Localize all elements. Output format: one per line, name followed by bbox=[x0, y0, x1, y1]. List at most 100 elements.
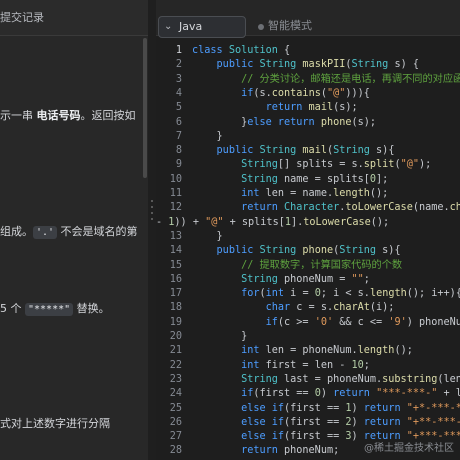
code-area[interactable]: 1 class Solution {2 public String maskPII… bbox=[156, 40, 460, 460]
code-editor-panel: ⌄ Java 智能模式 1 class Solution {2 public St… bbox=[156, 0, 460, 460]
code-line[interactable]: 5 return mail(s); bbox=[156, 101, 460, 115]
code-line[interactable]: 20 } bbox=[156, 330, 460, 344]
panel-splitter[interactable] bbox=[148, 0, 156, 460]
code-token: } bbox=[192, 130, 223, 142]
code-token: return bbox=[241, 202, 285, 214]
code-line[interactable]: 9 String[] splits = s.split("@"); bbox=[156, 158, 460, 172]
code-token: (); bbox=[394, 345, 413, 357]
code-line[interactable]: 7 } bbox=[156, 130, 460, 144]
code-line[interactable]: - 1)) + "@" + splits[1].toLowerCase(); bbox=[156, 216, 460, 230]
code-text: }else return phone(s); bbox=[192, 116, 376, 130]
code-token: "+*-***-***-" bbox=[406, 402, 460, 414]
code-token: toLowerCase bbox=[303, 216, 371, 228]
code-token: return bbox=[363, 402, 407, 414]
code-token: } bbox=[192, 116, 248, 128]
language-select[interactable]: ⌄ Java bbox=[158, 16, 246, 38]
code-token: (name. bbox=[412, 202, 450, 214]
code-token: mail bbox=[302, 145, 327, 157]
code-text: String phoneNum = ""; bbox=[192, 273, 370, 287]
code-token: Solution bbox=[228, 45, 278, 56]
code-token: ) bbox=[351, 431, 364, 443]
code-line[interactable]: 3 // 分类讨论，邮箱还是电话，再调不同的对应函数 bbox=[156, 73, 460, 87]
code-token: ; bbox=[363, 359, 370, 371]
code-text: for(int i = 0; i < s.length(); i++){ bbox=[192, 287, 460, 301]
code-token: (); bbox=[370, 216, 390, 228]
code-line[interactable]: 10 String name = splits[0]; bbox=[156, 173, 460, 187]
code-line[interactable]: 2 public String maskPII(String s) { bbox=[156, 58, 460, 72]
code-token: { bbox=[277, 45, 291, 56]
description-text: 替换。 bbox=[73, 302, 110, 315]
code-token: toLowerCase bbox=[345, 202, 413, 214]
code-token: int bbox=[241, 359, 266, 371]
code-token: // 提取数字，计算国家代码的个数 bbox=[241, 259, 403, 271]
line-number: 7 bbox=[175, 130, 182, 142]
line-number: 2 bbox=[175, 59, 182, 71]
splitter-grip-dot bbox=[151, 206, 153, 208]
code-token: )) + bbox=[174, 216, 206, 228]
code-token: String bbox=[351, 59, 395, 71]
code-token: for bbox=[241, 288, 260, 300]
code-token: s) { bbox=[394, 59, 419, 71]
code-line[interactable]: 19 if(c >= '0' && c <= '9') phoneNum += bbox=[156, 316, 460, 330]
code-text: public String maskPII(String s) { bbox=[192, 58, 419, 72]
smart-mode-toggle[interactable]: 智能模式 bbox=[268, 19, 312, 33]
line-number: 22 bbox=[169, 359, 182, 371]
code-line[interactable]: 23 String last = phoneNum.substring(len … bbox=[156, 373, 460, 387]
description-text: 。返回按如 bbox=[80, 109, 136, 122]
code-line[interactable]: 4 if(s.contains("@"))){ bbox=[156, 87, 460, 101]
code-line[interactable]: 17 for(int i = 0; i < s.length(); i++){ bbox=[156, 287, 460, 301]
code-token: public bbox=[216, 59, 260, 71]
code-line[interactable]: 25 else if(first == 1) return "+*-***-**… bbox=[156, 402, 460, 416]
code-token: if bbox=[265, 316, 278, 328]
code-token: phoneNum; bbox=[284, 445, 340, 457]
code-token: length bbox=[369, 288, 407, 300]
code-token: return bbox=[241, 445, 285, 457]
description-bold: 电话号码 bbox=[36, 109, 81, 122]
code-text: public String phone(String s){ bbox=[192, 244, 401, 258]
description-text: 示一串 bbox=[0, 109, 37, 122]
code-token: (first == bbox=[284, 416, 346, 428]
code-line[interactable]: 13 } bbox=[156, 230, 460, 244]
code-line[interactable]: 6 }else return phone(s); bbox=[156, 116, 460, 130]
code-line[interactable]: 24 if(first == 0) return "***-***-" + la… bbox=[156, 387, 460, 401]
code-line[interactable]: 26 else if(first == 2) return "+**-***-*… bbox=[156, 416, 460, 430]
tab-submissions[interactable]: 提交记录 bbox=[0, 0, 44, 36]
code-line[interactable]: 16 String phoneNum = ""; bbox=[156, 273, 460, 287]
code-token: return bbox=[333, 388, 377, 400]
code-line[interactable]: 18 char c = s.charAt(i); bbox=[156, 301, 460, 315]
code-line[interactable]: 8 public String mail(String s){ bbox=[156, 144, 460, 158]
code-token: (first == bbox=[284, 402, 346, 414]
code-token: phone bbox=[320, 116, 352, 128]
code-line[interactable]: 11 int len = name.length(); bbox=[156, 187, 460, 201]
line-number: 20 bbox=[169, 331, 182, 342]
code-line[interactable]: 21 int len = phoneNum.length(); bbox=[156, 344, 460, 358]
line-number: 3 bbox=[175, 73, 182, 85]
code-line[interactable]: 14 public String phone(String s){ bbox=[156, 244, 460, 258]
code-token: else if bbox=[241, 416, 285, 428]
code-text: return phoneNum; bbox=[192, 444, 339, 458]
code-token: else if bbox=[241, 402, 285, 414]
inline-code: "*****" bbox=[25, 303, 74, 316]
code-line[interactable]: 15 // 提取数字，计算国家代码的个数 bbox=[156, 259, 460, 273]
code-token: String bbox=[259, 245, 303, 257]
code-token: ; bbox=[363, 273, 370, 285]
code-token: public bbox=[216, 145, 260, 157]
code-line[interactable]: 12 return Character.toLowerCase(name.cha… bbox=[156, 201, 460, 215]
code-line[interactable]: 1 class Solution { bbox=[156, 44, 460, 58]
code-token: - bbox=[156, 216, 169, 228]
code-text: - 1)) + "@" + splits[1].toLowerCase(); bbox=[156, 216, 389, 230]
code-line[interactable]: 22 int first = len - 10; bbox=[156, 359, 460, 373]
problem-scrollbar[interactable] bbox=[143, 38, 147, 178]
editor-toolbar: ⌄ Java 智能模式 bbox=[156, 0, 460, 38]
code-token: "***-***-" bbox=[376, 388, 438, 400]
code-token: s){ bbox=[382, 245, 401, 257]
code-token: '9' bbox=[388, 316, 407, 328]
